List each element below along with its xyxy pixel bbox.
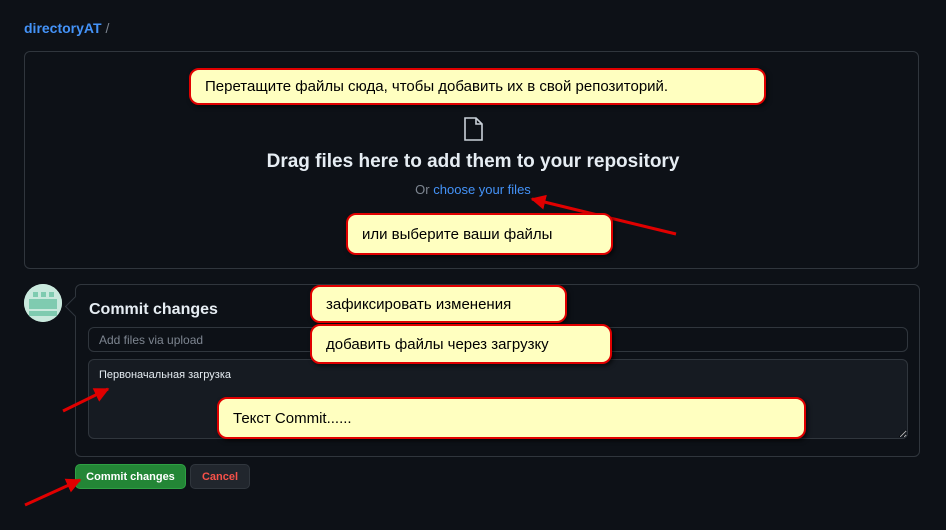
annotation-commit-note: зафиксировать изменения (310, 285, 567, 323)
annotation-choose-note: или выберите ваши файлы (346, 213, 613, 255)
avatar (24, 284, 62, 322)
drop-zone-title: Drag files here to add them to your repo… (266, 151, 680, 172)
arrow-to-commit-button (24, 478, 82, 507)
annotation-upload-note: добавить файлы через загрузку (310, 324, 612, 364)
choose-files-line: Or choose your files (0, 182, 946, 197)
breadcrumb: directoryAT / (24, 20, 109, 36)
cancel-button[interactable]: Cancel (190, 464, 250, 489)
breadcrumb-separator: / (105, 20, 110, 36)
choose-files-link[interactable]: choose your files (433, 182, 531, 197)
commit-title: Commit changes (89, 301, 218, 318)
annotation-drag-note: Перетащите файлы сюда, чтобы добавить их… (189, 68, 766, 105)
breadcrumb-repo-link[interactable]: directoryAT (24, 20, 102, 36)
annotation-text-note: Текст Commit...... (217, 397, 806, 439)
file-icon (464, 117, 483, 141)
commit-changes-button[interactable]: Commit changes (75, 464, 186, 489)
or-text: Or (415, 182, 430, 197)
